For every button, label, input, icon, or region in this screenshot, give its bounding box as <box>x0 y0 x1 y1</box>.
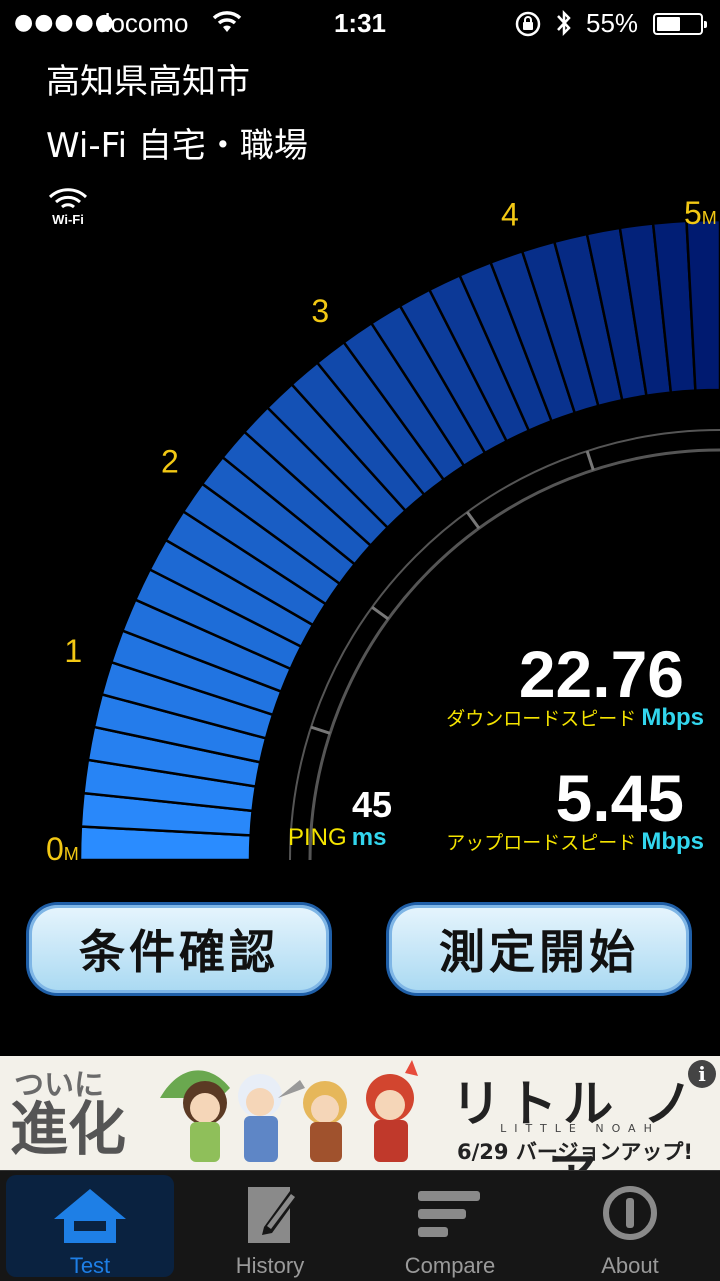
info-circle-icon <box>600 1183 660 1247</box>
upload-speed-caption: アップロードスピード Mbps <box>400 828 704 856</box>
check-conditions-button[interactable]: 条件確認 <box>26 902 332 996</box>
download-speed-value: 22.76 <box>518 637 684 711</box>
gauge-inner-tick <box>466 511 481 530</box>
gauge-scale-label: 0M <box>46 831 79 867</box>
gauge-inner-tick <box>585 450 595 471</box>
tab-about-label: About <box>601 1253 659 1278</box>
rotation-lock-icon <box>514 10 542 42</box>
ad-info-icon[interactable]: i <box>688 1060 716 1088</box>
download-speed-unit: Mbps <box>641 704 704 731</box>
ping-unit: ms <box>351 824 387 851</box>
ping-label: PING <box>288 824 347 851</box>
notepad-icon <box>244 1181 300 1251</box>
tab-bar: Test History Compare About <box>0 1170 720 1281</box>
ping-caption: PING ms <box>288 824 386 852</box>
tab-compare[interactable]: Compare <box>360 1171 540 1281</box>
gauge-inner-tick <box>310 725 331 735</box>
tab-history-label: History <box>235 1253 305 1278</box>
upload-speed-unit: Mbps <box>641 828 704 855</box>
download-speed-label: ダウンロードスピード <box>446 708 637 730</box>
bluetooth-icon <box>554 8 574 42</box>
home-icon <box>50 1185 130 1251</box>
status-bar: ●●●●● docomo 1:31 55% <box>0 0 720 50</box>
battery-percent: 55% <box>586 8 639 38</box>
upload-speed-label: アップロードスピード <box>446 832 637 854</box>
gauge-inner-tick <box>371 606 390 621</box>
ad-subtitle: LITTLE NOAH <box>500 1122 660 1135</box>
upload-speed-value: 5.45 <box>555 761 684 835</box>
ad-characters-illustration <box>150 1058 440 1168</box>
gauge-scale-label: 1 <box>64 633 82 669</box>
ad-date-text: 6/29 バージョンアップ! <box>457 1140 693 1164</box>
gauge-scale-label: 5M <box>684 195 717 231</box>
tab-history[interactable]: History <box>180 1171 360 1281</box>
start-test-button[interactable]: 測定開始 <box>386 902 692 996</box>
tab-test-label: Test <box>69 1253 111 1278</box>
ad-text-big: 進化 <box>10 1095 127 1163</box>
location-label: 高知県高知市 <box>46 62 250 102</box>
gauge-scale-label: 3 <box>311 293 329 329</box>
download-speed-caption: ダウンロードスピード Mbps <box>400 704 704 732</box>
battery-icon <box>653 13 707 35</box>
tab-compare-label: Compare <box>404 1253 496 1278</box>
ping-value: 45 <box>351 784 392 825</box>
gauge-scale-label: 4 <box>501 196 519 232</box>
connection-type-label: Wi-Fi 自宅・職場 <box>46 126 308 166</box>
gauge-scale-label: 2 <box>161 443 179 479</box>
lines-icon <box>416 1187 482 1245</box>
tab-about[interactable]: About <box>540 1171 720 1281</box>
tab-test[interactable]: Test <box>6 1175 174 1278</box>
ad-banner[interactable]: ついに 進化 リトル ノア LITTLE NOAH 6/29 バージョンアップ!… <box>0 1056 720 1170</box>
